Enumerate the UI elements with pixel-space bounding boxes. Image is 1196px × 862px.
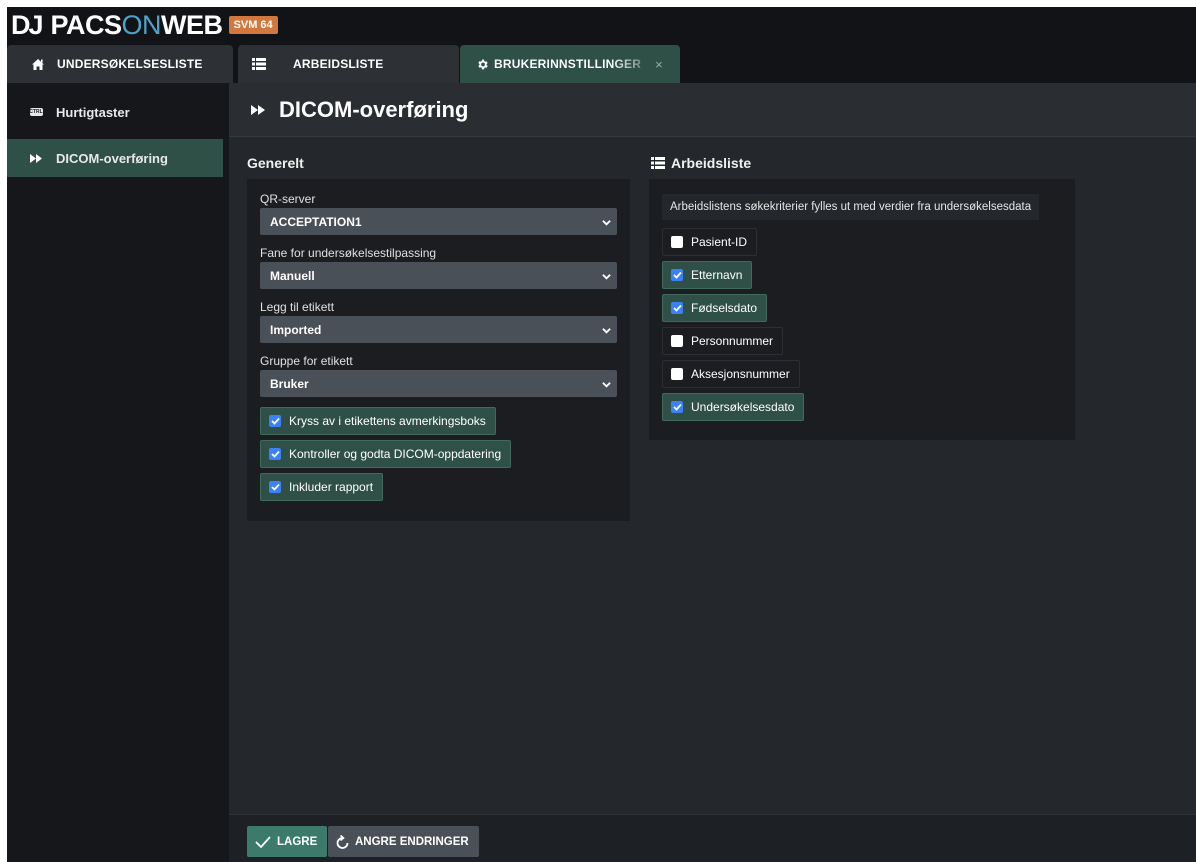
list-icon <box>252 58 266 70</box>
tab-label: ARBEIDSLISTE <box>293 57 384 71</box>
gear-icon <box>476 58 489 71</box>
etikett-select[interactable]: Imported <box>260 316 617 343</box>
footer-bar: LAGRE ANGRE ENDRINGER <box>229 814 1196 862</box>
checkbox-unchecked-icon <box>671 335 683 347</box>
chevron-down-icon <box>602 324 611 338</box>
section-title-label: Arbeidsliste <box>671 155 752 171</box>
undo-changes-button[interactable]: ANGRE ENDRINGER <box>328 826 479 857</box>
tab-undersokelsesliste[interactable]: UNDERSØKELSESLISTE <box>7 45 233 83</box>
checkbox-label: Pasient-ID <box>691 235 748 249</box>
checkbox-checked-icon <box>671 302 683 314</box>
tab-brukerinnstillinger[interactable]: BRUKERINNSTILLINGER × <box>460 45 680 83</box>
undo-icon <box>336 834 349 849</box>
app-window: DJ PACS ON WEB SVM 64 UNDERSØKELSESLISTE… <box>7 7 1196 862</box>
chevron-down-icon <box>602 378 611 392</box>
page-title: DICOM-overføring <box>279 96 469 122</box>
version-badge: SVM 64 <box>228 16 278 34</box>
aksesjonsnummer-checkbox[interactable]: Aksesjonsnummer <box>662 360 800 388</box>
checkbox-unchecked-icon <box>671 368 683 380</box>
kontroller-checkbox[interactable]: Kontroller og godta DICOM-oppdatering <box>260 440 512 468</box>
gruppe-label: Gruppe for etikett <box>260 354 353 368</box>
checkbox-checked-icon <box>269 448 281 460</box>
kryss-av-checkbox[interactable]: Kryss av i etikettens avmerkingsboks <box>260 407 496 435</box>
checkbox-label: Kontroller og godta DICOM-oppdatering <box>289 447 502 461</box>
logo-dj: DJ <box>11 9 43 40</box>
qr-server-label: QR-server <box>260 192 316 206</box>
logo-web: WEB <box>161 9 223 40</box>
tab-arbeidsliste[interactable]: ARBEIDSLISTE <box>238 45 459 83</box>
select-value: Manuell <box>270 268 315 283</box>
tab-label: BRUKERINNSTILLINGER <box>494 57 642 71</box>
checkbox-label: Inkluder rapport <box>289 480 374 494</box>
worklist-info: Arbeidslistens søkekriterier fylles ut m… <box>662 194 1040 220</box>
worklist-panel: Arbeidslistens søkekriterier fylles ut m… <box>649 179 1075 440</box>
checkbox-label: Kryss av i etikettens avmerkingsboks <box>289 414 486 428</box>
checkbox-label: Aksesjonsnummer <box>691 367 790 381</box>
fodselsdato-checkbox[interactable]: Fødselsdato <box>662 294 768 322</box>
fast-forward-icon <box>251 104 265 115</box>
fast-forward-icon <box>29 153 43 163</box>
section-title-generelt: Generelt <box>247 155 304 171</box>
tab-label: UNDERSØKELSESLISTE <box>57 57 203 71</box>
undo-button-label: ANGRE ENDRINGER <box>355 835 469 848</box>
select-value: Bruker <box>270 376 309 391</box>
checkbox-checked-icon <box>269 481 281 493</box>
checkbox-checked-icon <box>269 415 281 427</box>
check-icon <box>255 835 271 848</box>
fane-label: Fane for undersøkelsestilpassing <box>260 246 437 260</box>
logo: DJ PACS ON WEB SVM 64 <box>11 9 278 41</box>
sidebar-item-label: Hurtigtaster <box>56 104 130 120</box>
undersokelsesdato-checkbox[interactable]: Undersøkelsesdato <box>662 393 805 421</box>
top-bar: DJ PACS ON WEB SVM 64 <box>7 7 1196 45</box>
sidebar-item-hurtigtaster[interactable]: CTRL Hurtigtaster <box>7 93 223 131</box>
fane-select[interactable]: Manuell <box>260 262 617 289</box>
checkbox-unchecked-icon <box>671 236 683 248</box>
chevron-down-icon <box>602 270 611 284</box>
etternavn-checkbox[interactable]: Etternavn <box>662 261 753 289</box>
checkbox-checked-icon <box>671 269 683 281</box>
home-icon <box>31 58 45 71</box>
title-bar: DICOM-overføring <box>229 83 1196 137</box>
chevron-down-icon <box>602 216 611 230</box>
personnummer-checkbox[interactable]: Personnummer <box>662 327 784 355</box>
qr-server-select[interactable]: ACCEPTATION1 <box>260 208 617 235</box>
checkbox-label: Personnummer <box>691 334 774 348</box>
checkbox-label: Undersøkelsesdato <box>691 400 795 414</box>
tab-bar: UNDERSØKELSESLISTE ARBEIDSLISTE BRUKERIN… <box>7 45 1196 83</box>
logo-pacs: PACS <box>50 9 123 40</box>
section-title-arbeidsliste: Arbeidsliste <box>651 155 751 171</box>
general-panel: QR-server ACCEPTATION1 Fane for undersøk… <box>247 179 630 521</box>
save-button[interactable]: LAGRE <box>247 826 328 857</box>
close-icon[interactable]: × <box>655 57 663 72</box>
etikett-label: Legg til etikett <box>260 300 335 314</box>
inkluder-rapport-checkbox[interactable]: Inkluder rapport <box>260 473 384 501</box>
pasient-id-checkbox[interactable]: Pasient-ID <box>662 228 758 256</box>
logo-on: ON <box>121 9 162 40</box>
list-icon <box>651 157 665 169</box>
checkbox-checked-icon <box>671 401 683 413</box>
save-button-label: LAGRE <box>277 835 318 848</box>
sidebar-item-label: DICOM-overføring <box>56 150 168 166</box>
gruppe-select[interactable]: Bruker <box>260 370 617 397</box>
checkbox-label: Fødselsdato <box>691 301 758 315</box>
ctrl-key-icon: CTRL <box>29 108 43 116</box>
sidebar-item-dicom-overforing[interactable]: DICOM-overføring <box>7 139 223 177</box>
sidebar: CTRL Hurtigtaster DICOM-overføring <box>7 83 229 862</box>
select-value: Imported <box>270 322 322 337</box>
main-content: DICOM-overføring Generelt QR-server ACCE… <box>229 83 1196 862</box>
select-value: ACCEPTATION1 <box>270 214 362 229</box>
checkbox-label: Etternavn <box>691 268 743 282</box>
